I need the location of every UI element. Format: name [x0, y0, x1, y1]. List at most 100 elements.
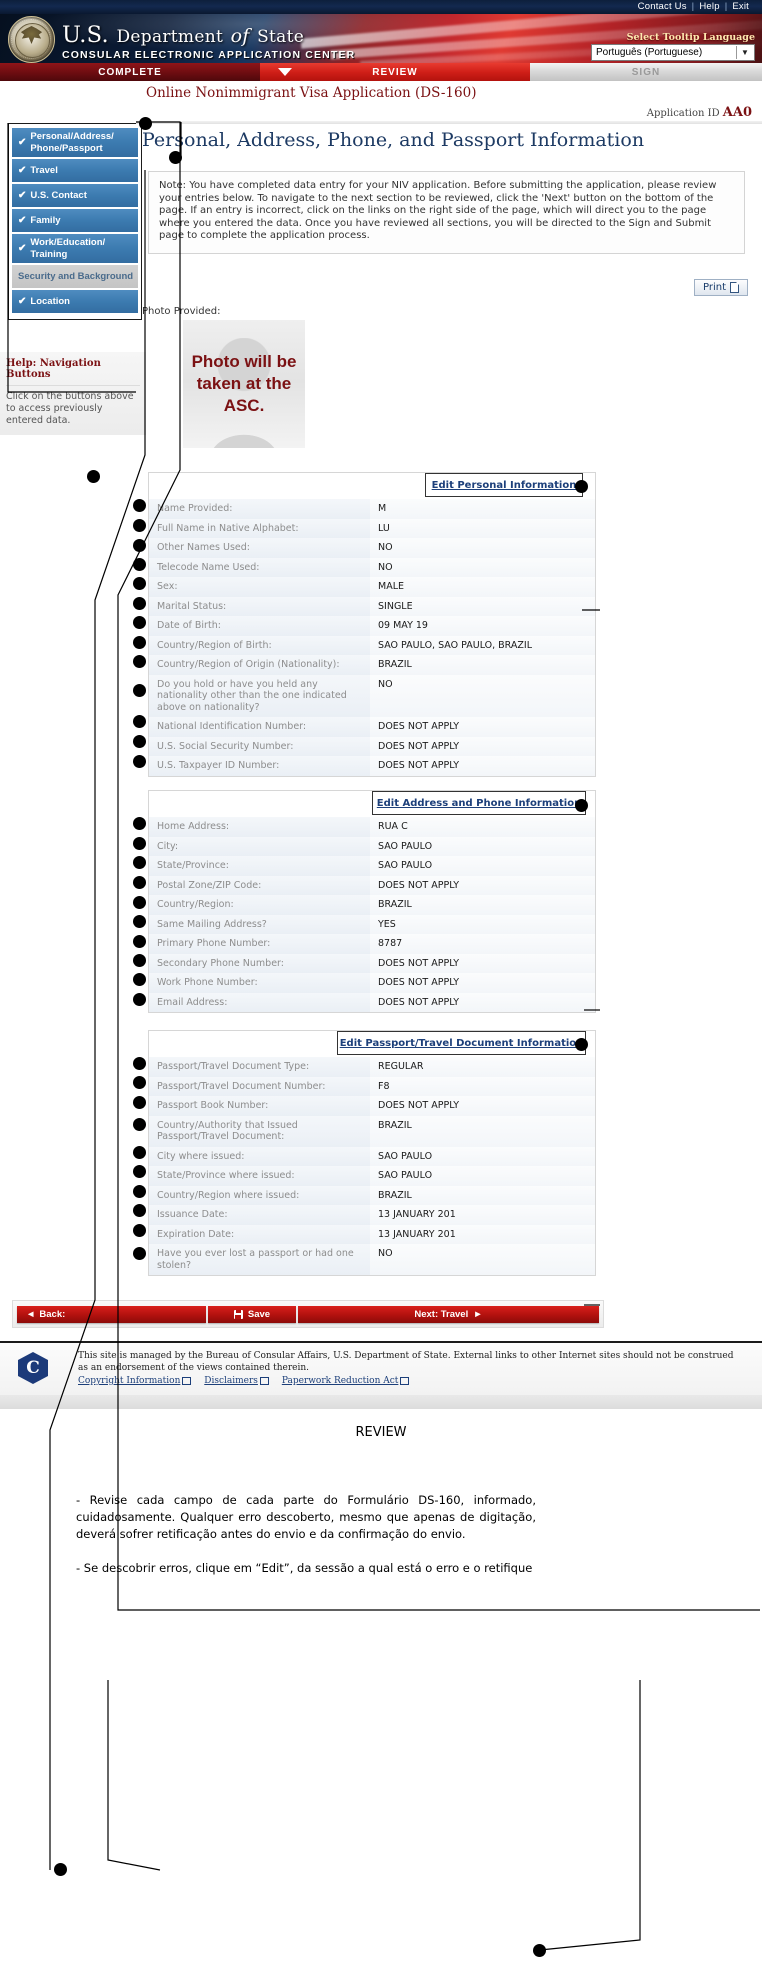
passport-panel: Passport/Travel Document Type: REGULAR Pa…	[148, 1030, 596, 1276]
table-row: Other Names Used: NO	[149, 538, 595, 558]
tab-review[interactable]: REVIEW	[260, 63, 530, 81]
table-row: Same Mailing Address? YES	[149, 914, 595, 934]
callout-dot	[133, 1146, 146, 1159]
site-subtitle: CONSULAR ELECTRONIC APPLICATION CENTER	[62, 49, 356, 61]
title-state: State	[257, 27, 305, 47]
disclaimers-label: Disclaimers	[204, 1376, 258, 1386]
table-row: Country/Region of Origin (Nationality): B…	[149, 655, 595, 675]
table-row: Do you hold or have you held any nationa…	[149, 674, 595, 717]
table-row: Country/Region: BRAZIL	[149, 895, 595, 915]
tab-complete[interactable]: COMPLETE	[0, 63, 260, 81]
disclaimers-link[interactable]: Disclaimers	[204, 1376, 269, 1386]
annotation-bullet-1: - Revise cada campo de cada parte do For…	[76, 1493, 536, 1541]
callout-dot	[133, 915, 146, 928]
personal-information-table: Name Provided: M Full Name in Native Alph…	[149, 499, 595, 776]
row-value: SAO PAULO, SAO PAULO, BRAZIL	[370, 635, 595, 655]
row-value: NO	[370, 674, 595, 717]
row-value: SINGLE	[370, 596, 595, 616]
contact-us-link[interactable]: Contact Us	[633, 1, 692, 12]
row-value: SAO PAULO	[370, 836, 595, 856]
application-title: Online Nonimmigrant Visa Application (DS…	[146, 85, 477, 101]
help-link[interactable]: Help	[694, 1, 724, 12]
sidebar-item-family[interactable]: ✔ Family	[12, 209, 138, 232]
next-label: Next: Travel	[414, 1308, 469, 1320]
row-value: 8787	[370, 934, 595, 954]
annotation-title: REVIEW	[355, 1425, 407, 1440]
back-label: Back:	[39, 1308, 66, 1320]
table-row: Passport/Travel Document Type: REGULAR	[149, 1057, 595, 1077]
print-button[interactable]: Print	[694, 279, 748, 296]
row-label: Full Name in Native Alphabet:	[149, 518, 370, 538]
copyright-information-link[interactable]: Copyright Information	[78, 1376, 192, 1386]
section-navigation-panel: ✔ Personal/Address/ Phone/Passport ✔ Tra…	[8, 123, 142, 320]
next-arrow-icon: ►	[473, 1308, 483, 1320]
callout-dot	[87, 470, 100, 483]
row-value: DOES NOT APPLY	[370, 756, 595, 776]
callout-dot	[133, 755, 146, 768]
sidebar-item-security-background[interactable]: Security and Background	[12, 265, 138, 288]
sidebar-item-work-education[interactable]: ✔ Work/Education/ Training	[12, 234, 138, 263]
personal-information-panel: Name Provided: M Full Name in Native Alph…	[148, 472, 596, 777]
save-button[interactable]: Save	[208, 1305, 296, 1323]
callout-dot	[133, 684, 146, 697]
edit-personal-information-box[interactable]: Edit Personal Information	[425, 473, 583, 497]
row-label: Marital Status:	[149, 596, 370, 616]
check-icon: ✔	[18, 189, 27, 201]
row-value: NO	[370, 1244, 595, 1275]
table-row: Full Name in Native Alphabet: LU	[149, 518, 595, 538]
save-label: Save	[247, 1308, 271, 1320]
row-label: Passport/Travel Document Type:	[149, 1057, 370, 1077]
row-value: DOES NOT APPLY	[370, 1096, 595, 1116]
callout-dot	[133, 616, 146, 629]
tooltip-language-value: Português (Portuguese)	[596, 47, 703, 58]
edit-personal-information-link[interactable]: Edit Personal Information	[432, 480, 577, 491]
sidebar-item-label: Security and Background	[18, 270, 134, 282]
chevron-down-icon[interactable]: ▼	[736, 46, 753, 59]
table-row: Issuance Date: 13 JANUARY 201	[149, 1205, 595, 1225]
save-disk-icon	[233, 1309, 243, 1319]
edit-passport-link[interactable]: Edit Passport/Travel Document Informatio…	[340, 1038, 584, 1049]
row-label: U.S. Social Security Number:	[149, 736, 370, 756]
sidebar-item-location[interactable]: ✔ Location	[12, 290, 138, 313]
external-link-icon	[182, 1376, 192, 1385]
row-value: BRAZIL	[370, 655, 595, 675]
row-label: Other Names Used:	[149, 538, 370, 558]
row-label: Home Address:	[149, 817, 370, 837]
table-row: Primary Phone Number: 8787	[149, 934, 595, 954]
sidebar-item-personal[interactable]: ✔ Personal/Address/ Phone/Passport	[12, 128, 138, 157]
row-label: Country/Region where issued:	[149, 1185, 370, 1205]
edit-address-phone-link[interactable]: Edit Address and Phone Information	[377, 798, 581, 809]
callout-dot	[533, 1944, 546, 1957]
table-row: National Identification Number: DOES NOT …	[149, 717, 595, 737]
print-icon	[730, 282, 739, 293]
table-row: Sex: MALE	[149, 577, 595, 597]
check-icon: ✔	[18, 295, 27, 307]
next-button[interactable]: Next: Travel ►	[298, 1305, 599, 1323]
table-row: Marital Status: SINGLE	[149, 596, 595, 616]
callout-dot	[133, 715, 146, 728]
sidebar-item-travel[interactable]: ✔ Travel	[12, 159, 138, 182]
paperwork-reduction-act-link[interactable]: Paperwork Reduction Act	[282, 1376, 410, 1386]
sidebar-item-us-contact[interactable]: ✔ U.S. Contact	[12, 184, 138, 207]
tooltip-language-label: Select Tooltip Language	[626, 32, 755, 43]
callout-dot	[133, 636, 146, 649]
callout-dot	[133, 1204, 146, 1217]
site-title: U.S. Department of State CONSULAR ELECTR…	[62, 22, 355, 61]
back-button[interactable]: ◄ Back:	[17, 1305, 206, 1323]
footer-logo-letter: C	[18, 1352, 48, 1384]
row-value: 09 MAY 19	[370, 616, 595, 636]
row-value: SAO PAULO	[370, 1146, 595, 1166]
callout-dot	[133, 896, 146, 909]
table-row: U.S. Social Security Number: DOES NOT APP…	[149, 736, 595, 756]
paperwork-label: Paperwork Reduction Act	[281, 1376, 399, 1386]
callout-dot	[133, 655, 146, 668]
tooltip-language-select[interactable]: Português (Portuguese) ▼	[591, 44, 755, 61]
table-row: Country/Region where issued: BRAZIL	[149, 1185, 595, 1205]
row-value: 13 JANUARY 201	[370, 1224, 595, 1244]
edit-address-phone-box[interactable]: Edit Address and Phone Information	[372, 791, 586, 815]
footer-bottom-band	[0, 1395, 762, 1409]
exit-link[interactable]: Exit	[727, 1, 754, 12]
callout-dot	[133, 539, 146, 552]
callout-dot	[133, 817, 146, 830]
edit-passport-box[interactable]: Edit Passport/Travel Document Informatio…	[337, 1031, 586, 1055]
